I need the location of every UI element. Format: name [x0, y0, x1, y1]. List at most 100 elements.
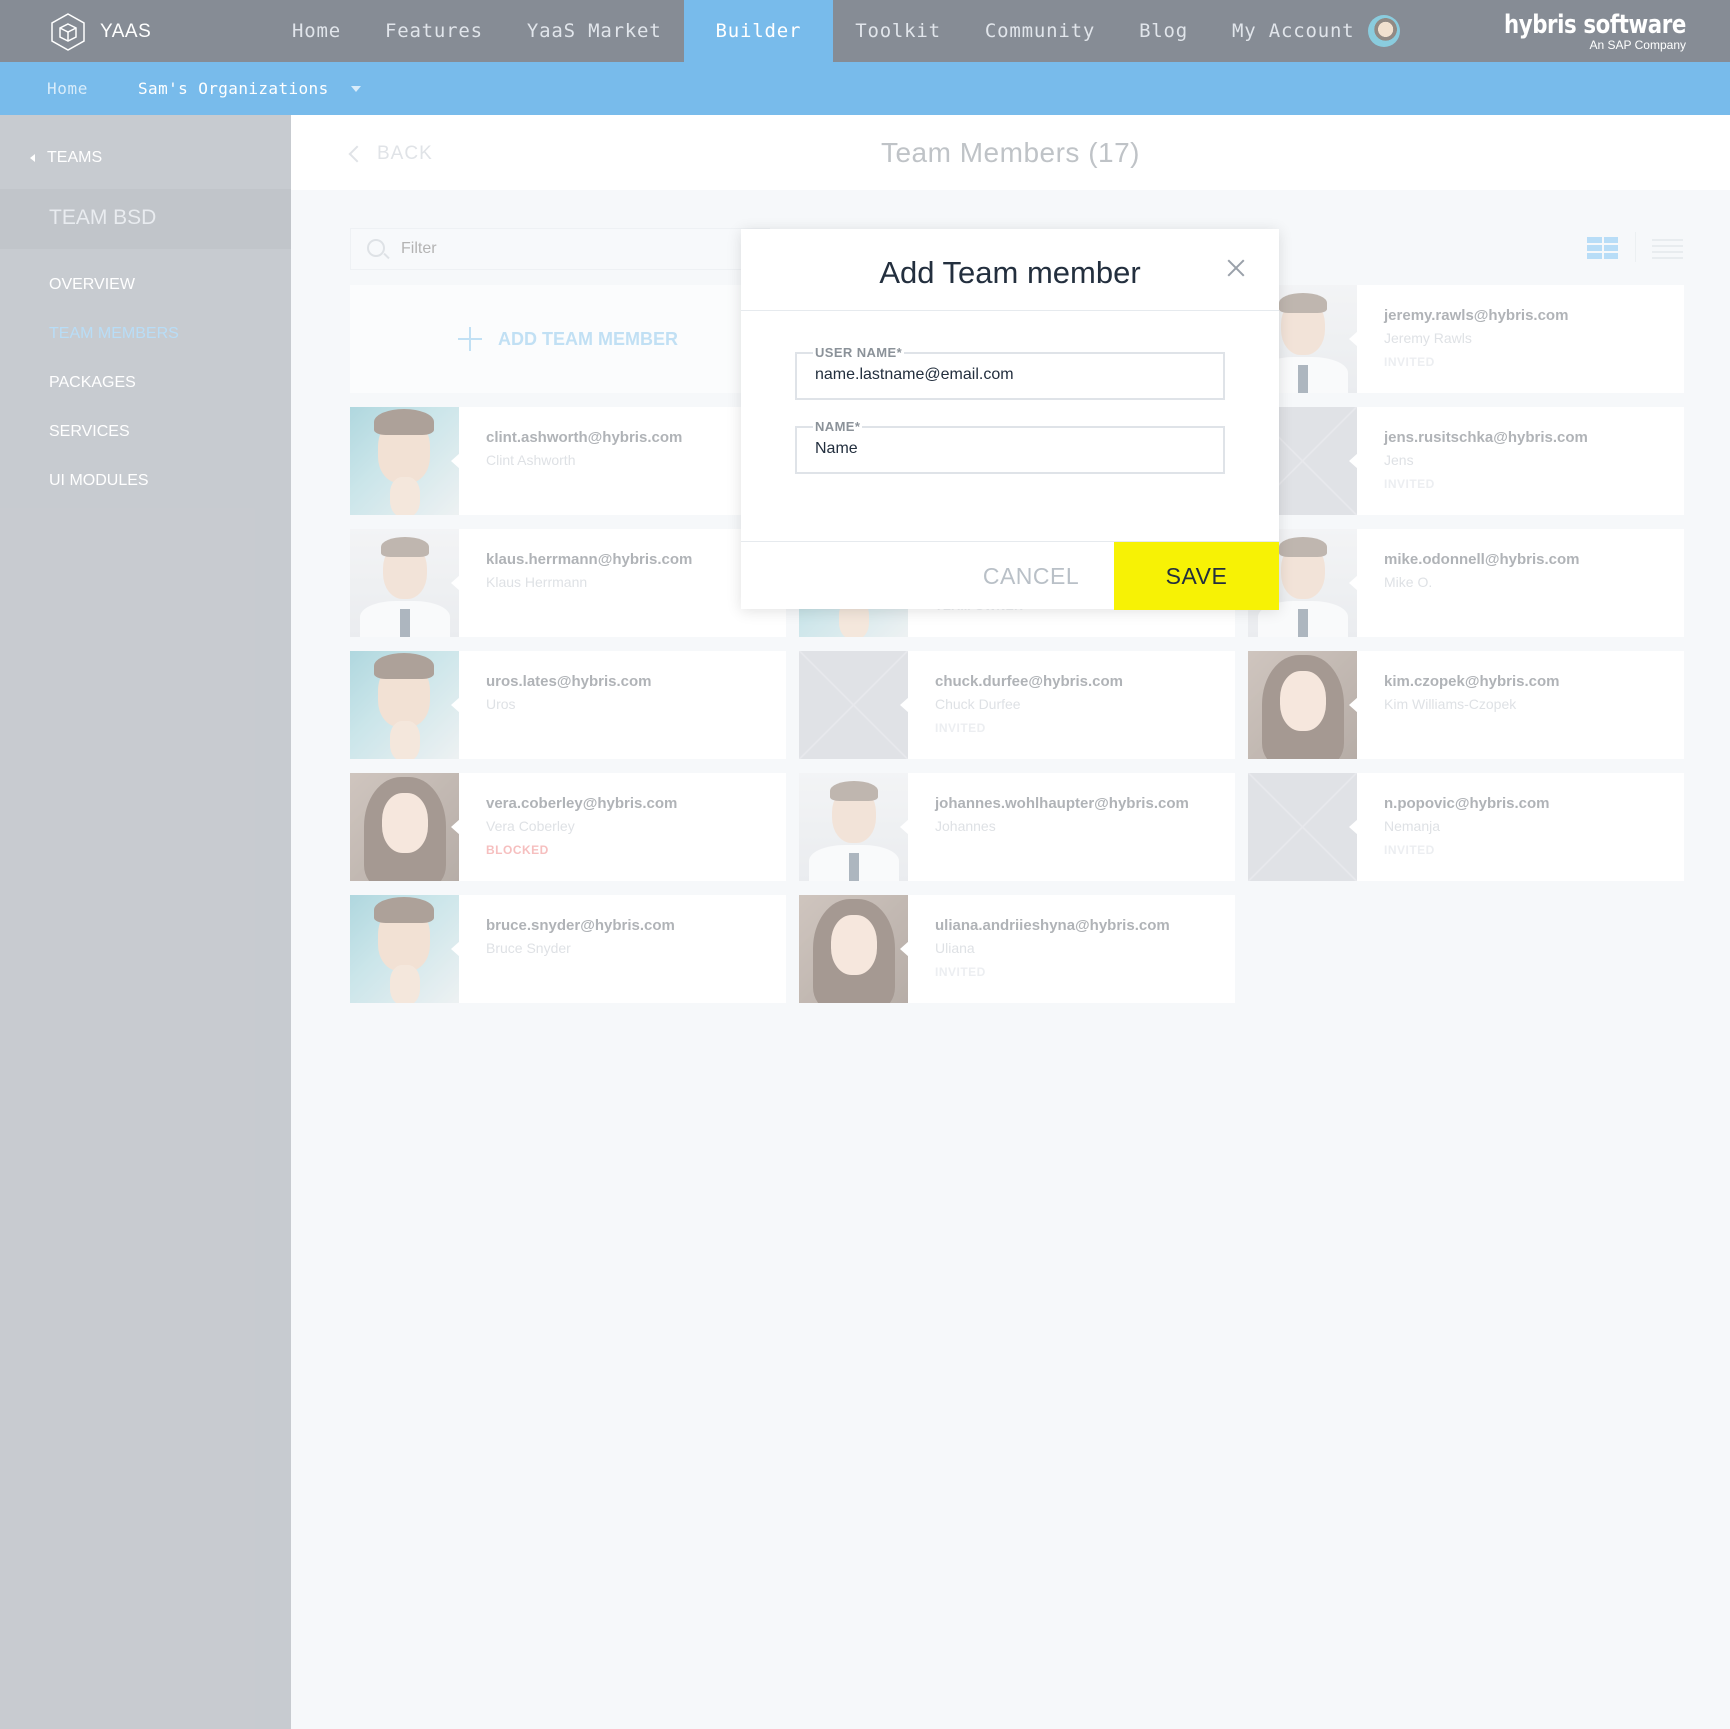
member-card[interactable]: mike.odonnell@hybris.com Mike O. — [1248, 529, 1684, 637]
nav-builder[interactable]: Builder — [683, 0, 834, 62]
member-avatar — [350, 773, 459, 881]
member-email: kim.czopek@hybris.com — [1384, 673, 1560, 690]
dialog-header: Add Team member — [741, 229, 1279, 311]
page-title: Team Members (17) — [880, 137, 1140, 168]
member-email: klaus.herrmann@hybris.com — [486, 551, 693, 568]
member-card[interactable]: jens.rusitschka@hybris.com Jens INVITED — [1248, 407, 1684, 515]
member-card[interactable]: clint.ashworth@hybris.com Clint Ashworth — [350, 407, 786, 515]
breadcrumb-bar: Home Sam's Organizations — [0, 62, 1730, 115]
user-avatar[interactable] — [1368, 15, 1401, 47]
filter-input[interactable] — [401, 240, 608, 258]
close-icon[interactable] — [1227, 259, 1245, 277]
yaas-logo[interactable]: YAAS — [48, 12, 151, 52]
list-view-icon[interactable] — [1652, 239, 1683, 259]
member-name: Chuck Durfee — [935, 696, 1021, 712]
username-input[interactable] — [815, 366, 1205, 384]
chevron-down-icon — [350, 85, 361, 92]
member-card[interactable]: bruce.snyder@hybris.com Bruce Snyder — [350, 895, 786, 1003]
plus-icon — [458, 327, 482, 351]
nav-yaas-market[interactable]: YaaS Market — [505, 0, 684, 62]
member-name: Jens — [1384, 452, 1414, 468]
top-navigation-bar: YAAS Home Features YaaS Market Builder T… — [0, 0, 1730, 62]
username-label: USER NAME* — [813, 345, 905, 360]
save-button[interactable]: SAVE — [1114, 542, 1279, 610]
nav-my-account[interactable]: My Account — [1210, 0, 1422, 62]
member-email: uros.lates@hybris.com — [486, 673, 652, 690]
member-email: mike.odonnell@hybris.com — [1384, 551, 1580, 568]
member-status: INVITED — [1384, 355, 1435, 369]
sidebar-back-teams[interactable]: TEAMS — [30, 149, 102, 167]
member-card[interactable]: uros.lates@hybris.com Uros — [350, 651, 786, 759]
member-name: Nemanja — [1384, 818, 1441, 834]
add-team-member-button[interactable]: ADD TEAM MEMBER — [350, 285, 786, 393]
member-name: Uros — [486, 696, 516, 712]
member-status: INVITED — [1384, 843, 1435, 857]
member-name: Kim Williams-Czopek — [1384, 696, 1517, 712]
sidebar-item-overview[interactable]: OVERVIEW — [49, 275, 179, 324]
sidebar-menu: OVERVIEW TEAM MEMBERS PACKAGES SERVICES … — [49, 275, 179, 520]
username-field: USER NAME* — [795, 345, 1225, 400]
member-card[interactable]: jeremy.rawls@hybris.com Jeremy Rawls INV… — [1248, 285, 1684, 393]
member-name: Jeremy Rawls — [1384, 330, 1472, 346]
sidebar-item-team-members[interactable]: TEAM MEMBERS — [49, 324, 179, 373]
brand-subtitle: An SAP Company — [1589, 38, 1687, 52]
member-status: INVITED — [935, 965, 986, 979]
dialog-title: Add Team member — [879, 255, 1141, 290]
logo-text: YAAS — [100, 21, 152, 42]
sidebar-item-ui-modules[interactable]: UI MODULES — [49, 471, 179, 520]
member-avatar — [350, 895, 459, 1003]
main-nav: Home Features YaaS Market Builder Toolki… — [270, 0, 1422, 62]
member-email: uliana.andriieshyna@hybris.com — [935, 917, 1170, 934]
sidebar-item-services[interactable]: SERVICES — [49, 422, 179, 471]
member-avatar — [799, 773, 908, 881]
nav-my-account-label: My Account — [1232, 20, 1355, 42]
sidebar-teams-label: TEAMS — [47, 149, 103, 166]
add-team-member-label: ADD TEAM MEMBER — [498, 328, 678, 349]
placeholder-avatar-icon — [799, 651, 908, 759]
name-input[interactable] — [815, 440, 1205, 458]
cube-logo-icon — [51, 13, 85, 51]
member-email: vera.coberley@hybris.com — [486, 795, 678, 812]
filter-box — [350, 228, 770, 270]
member-email: n.popovic@hybris.com — [1384, 795, 1550, 812]
member-avatar — [350, 651, 459, 759]
nav-blog[interactable]: Blog — [1117, 0, 1210, 62]
breadcrumb-home[interactable]: Home — [47, 79, 88, 98]
organization-selector[interactable]: Sam's Organizations — [138, 79, 361, 98]
sidebar: TEAMS TEAM BSD OVERVIEW TEAM MEMBERS PAC… — [0, 115, 291, 1729]
member-card[interactable]: johannes.wohlhaupter@hybris.com Johannes — [799, 773, 1235, 881]
nav-community[interactable]: Community — [963, 0, 1117, 62]
member-email: jeremy.rawls@hybris.com — [1384, 307, 1569, 324]
member-status: BLOCKED — [486, 843, 549, 857]
grid-view-icon[interactable] — [1587, 237, 1618, 259]
name-field: NAME* — [795, 419, 1225, 474]
member-card[interactable]: n.popovic@hybris.com Nemanja INVITED — [1248, 773, 1684, 881]
sidebar-item-packages[interactable]: PACKAGES — [49, 373, 179, 422]
caret-left-icon — [30, 154, 35, 162]
member-email: jens.rusitschka@hybris.com — [1384, 429, 1588, 446]
organization-label: Sam's Organizations — [138, 79, 329, 98]
member-name: Clint Ashworth — [486, 452, 576, 468]
member-email: clint.ashworth@hybris.com — [486, 429, 683, 446]
member-card[interactable]: kim.czopek@hybris.com Kim Williams-Czope… — [1248, 651, 1684, 759]
member-card[interactable]: vera.coberley@hybris.com Vera Coberley B… — [350, 773, 786, 881]
view-toggle-divider — [1635, 232, 1636, 262]
member-name: Vera Coberley — [486, 818, 575, 834]
member-name: Mike O. — [1384, 574, 1433, 590]
member-card[interactable]: chuck.durfee@hybris.com Chuck Durfee INV… — [799, 651, 1235, 759]
cancel-button[interactable]: CANCEL — [951, 542, 1111, 610]
name-label: NAME* — [813, 419, 863, 434]
brand-name: hybris software — [1504, 10, 1686, 40]
member-avatar — [799, 895, 908, 1003]
content-header: BACK Team Members (17) — [291, 115, 1730, 190]
dialog-footer: CANCEL SAVE — [741, 541, 1279, 610]
member-card[interactable]: klaus.herrmann@hybris.com Klaus Herrmann — [350, 529, 786, 637]
member-avatar — [1248, 651, 1357, 759]
nav-toolkit[interactable]: Toolkit — [833, 0, 963, 62]
member-avatar — [350, 407, 459, 515]
member-name: Uliana — [935, 940, 975, 956]
member-card[interactable]: uliana.andriieshyna@hybris.com Uliana IN… — [799, 895, 1235, 1003]
nav-features[interactable]: Features — [363, 0, 505, 62]
member-avatar — [350, 529, 459, 637]
nav-home[interactable]: Home — [270, 0, 363, 62]
